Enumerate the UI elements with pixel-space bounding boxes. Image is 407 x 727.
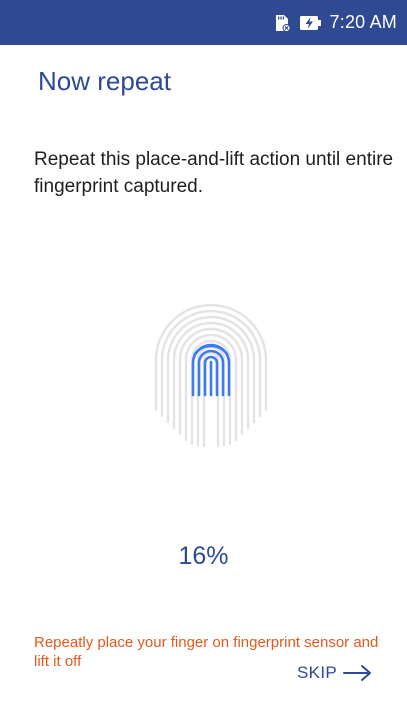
arrow-right-icon: [343, 664, 373, 682]
skip-button[interactable]: SKIP: [297, 663, 373, 683]
instructions-text: Repeat this place-and-lift action until …: [34, 149, 394, 197]
fingerprint-graphic: [148, 298, 274, 448]
status-bar: 7:20 AM: [0, 0, 407, 45]
sd-card-icon: [272, 13, 292, 33]
battery-charging-icon: [299, 13, 323, 33]
page-title: Now repeat: [38, 66, 171, 96]
progress-percent: 16%: [178, 542, 229, 570]
status-time: 7:20 AM: [329, 12, 397, 32]
skip-label: SKIP: [297, 663, 337, 682]
